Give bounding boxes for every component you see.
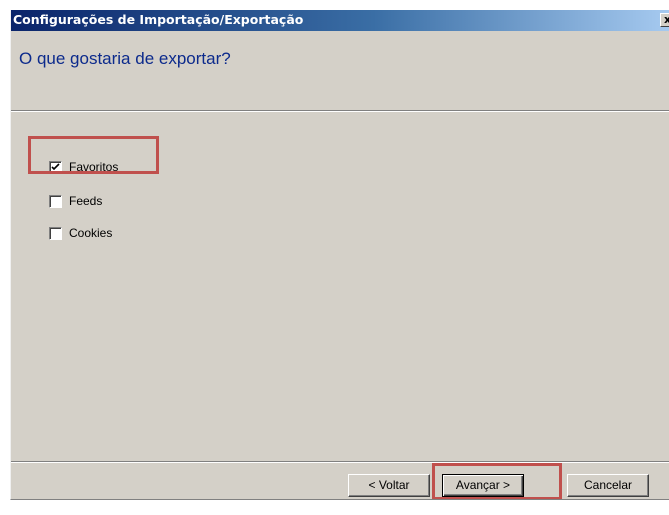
favoritos-checkbox[interactable] [49,160,62,174]
header-divider [11,110,669,112]
option-favoritos[interactable]: Favoritos [49,159,118,175]
import-export-dialog: Configurações de Importação/Exportação x… [10,10,669,500]
page-question: O que gostaria de exportar? [19,49,231,68]
option-cookies[interactable]: Cookies [49,225,112,241]
close-button[interactable]: x [660,13,669,27]
cookies-label: Cookies [69,226,113,240]
next-button[interactable]: Avançar > [442,474,524,497]
feeds-label: Feeds [69,194,103,208]
cookies-checkbox[interactable] [49,226,62,240]
feeds-checkbox[interactable] [49,194,62,208]
back-button[interactable]: < Voltar [348,474,430,497]
wizard-header: O que gostaria de exportar? [11,31,669,110]
footer-divider [11,461,669,463]
checkmark-icon [51,162,60,170]
window-title: Configurações de Importação/Exportação [13,12,304,27]
favoritos-label: Favoritos [69,160,119,174]
cancel-button[interactable]: Cancelar [567,474,649,497]
title-bar[interactable]: Configurações de Importação/Exportação x [11,10,669,31]
option-feeds[interactable]: Feeds [49,193,102,209]
close-icon: x [664,13,669,26]
